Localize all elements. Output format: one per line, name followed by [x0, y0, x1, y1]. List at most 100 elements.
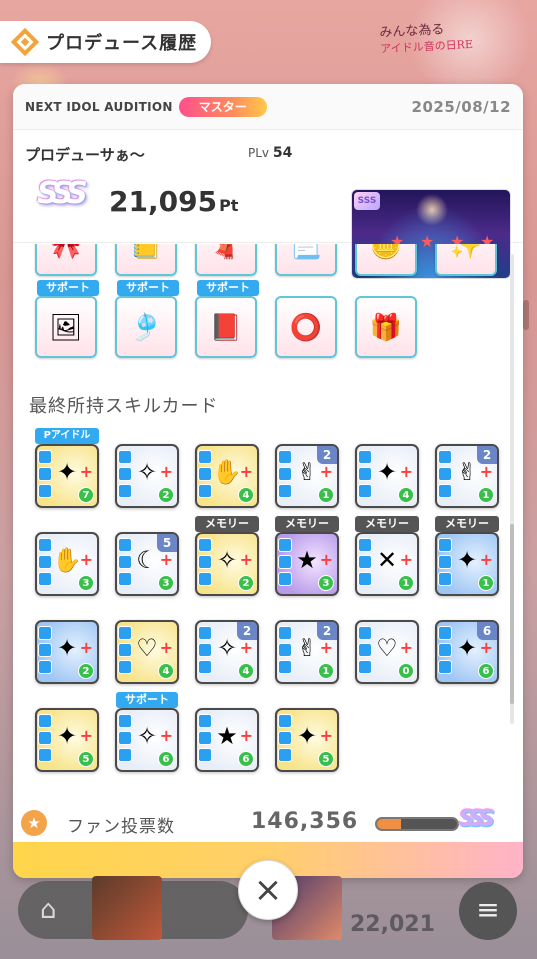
card-cost-badge: 1 [318, 663, 334, 679]
upgrade-plus-icon: + [79, 462, 93, 481]
background-card [92, 876, 162, 940]
card-cost-badge: 4 [238, 487, 254, 503]
upgrade-plus-icon: + [159, 462, 173, 481]
skill-card[interactable]: ♡ +4 [115, 620, 179, 684]
memory-tag: メモリー [355, 516, 419, 532]
skill-card[interactable]: ✕ +1 [355, 532, 419, 596]
card-cost-badge: 4 [158, 663, 174, 679]
card-level-badge: 2 [317, 446, 337, 464]
photo-icon: 🖼 [49, 313, 83, 343]
upgrade-plus-icon: + [79, 550, 93, 569]
card-level-badge: 2 [317, 622, 337, 640]
item-slot[interactable]: 📕 [195, 296, 257, 358]
skill-card[interactable]: ✌ +1 2 [435, 444, 499, 508]
upgrade-plus-icon: + [479, 638, 493, 657]
card-cost-badge: 6 [158, 751, 174, 767]
skill-card[interactable]: ✦ +2 [35, 620, 99, 684]
upgrade-plus-icon: + [239, 550, 253, 569]
skill-card[interactable]: ✦ +5 [275, 708, 339, 772]
item-slot[interactable]: 📃 [275, 244, 337, 276]
support-tag: サポート [116, 692, 178, 708]
bell-charm-icon: 🎐 [129, 313, 163, 343]
gift-box-icon: 🎁 [369, 313, 403, 343]
menu-button[interactable]: ≡ [459, 882, 517, 940]
background-scrollbar [523, 300, 529, 330]
card-cost-badge: 5 [78, 751, 94, 767]
support-tag: サポート [197, 280, 259, 296]
home-icon[interactable]: ⌂ [40, 895, 57, 925]
skill-card[interactable]: ✌ +1 2 [275, 444, 339, 508]
fan-votes-progress-fill [377, 819, 401, 829]
item-slot[interactable]: 🎀 [35, 244, 97, 276]
item-slot[interactable]: 🧣 [195, 244, 257, 276]
result-summary: プロデューサぁ～ PLv 54 SSS 21,095 Pt SSS ★ ★ ★ ★ [13, 130, 523, 279]
card-cost-badge: 4 [398, 487, 414, 503]
item-slot[interactable]: 🎁 [355, 296, 417, 358]
skill-card[interactable]: ✦ +5 [35, 708, 99, 772]
fan-votes-label: ファン投票数 [67, 817, 175, 837]
plv-label: PLv [248, 146, 270, 160]
upgrade-plus-icon: + [479, 462, 493, 481]
upgrade-plus-icon: + [399, 550, 413, 569]
card-cost-badge: 1 [478, 575, 494, 591]
skill-card[interactable]: ✋ +3 [35, 532, 99, 596]
memory-tag: メモリー [195, 516, 259, 532]
card-cost-badge: 0 [398, 663, 414, 679]
skill-card[interactable]: ✋ +4 [195, 444, 259, 508]
skill-card[interactable]: ☾ +3 5 [115, 532, 179, 596]
skill-card-section-title: 最終所持スキルカード [29, 396, 219, 417]
skill-card[interactable]: ✧ +2 [115, 444, 179, 508]
scrollbar-thumb[interactable] [510, 524, 514, 704]
card-cost-badge: 1 [478, 487, 494, 503]
star-badge-icon: ★ [21, 810, 47, 836]
score-value: 21,095 [109, 185, 218, 218]
card-cost-badge: 2 [78, 663, 94, 679]
card-cost-badge: 2 [238, 575, 254, 591]
item-slot[interactable]: ⭕ [275, 296, 337, 358]
rank-sss-badge: SSS [37, 176, 99, 218]
skill-card[interactable]: ★ +6 [195, 708, 259, 772]
item-slot[interactable]: 🖼 [35, 296, 97, 358]
item-slot[interactable]: 🪙 [355, 244, 417, 276]
card-level-badge: 2 [237, 622, 257, 640]
audition-header: NEXT IDOL AUDITION マスター 2025/08/12 [13, 84, 523, 130]
card-cost-badge: 6 [478, 663, 494, 679]
upgrade-plus-icon: + [479, 550, 493, 569]
card-cost-badge: 2 [158, 487, 174, 503]
item-slot[interactable]: 📒 [115, 244, 177, 276]
item-slot[interactable]: 🎐 [115, 296, 177, 358]
card-cost-badge: 3 [78, 575, 94, 591]
p-idol-tag: Pアイドル [35, 428, 99, 444]
skill-card[interactable]: ★ +3 [275, 532, 339, 596]
skill-card[interactable]: ✧ +2 [195, 532, 259, 596]
produce-history-icon [10, 27, 40, 57]
card-cost-badge: 7 [78, 487, 94, 503]
plv-value: 54 [272, 145, 293, 161]
item-slot[interactable]: ✨ [435, 244, 497, 276]
event-logo: みんな為る アイドル音の日RE [379, 18, 521, 65]
support-tag: サポート [117, 280, 179, 296]
coin-icon: 🪙 [369, 244, 403, 261]
fan-votes-progress [375, 817, 459, 831]
skill-card[interactable]: ✦ +4 [355, 444, 419, 508]
result-scroll-area[interactable]: 🎀 📒 🧣 📃 🪙 ✨ サポート サポート サポート 🖼 🎐 📕 ⭕ 🎁 最終所… [13, 244, 523, 844]
skill-card[interactable]: ✧ +4 2 [195, 620, 259, 684]
notebook-icon: 📒 [129, 244, 163, 261]
close-button[interactable]: × [238, 860, 298, 920]
card-cost-badge: 1 [318, 487, 334, 503]
skill-card[interactable]: ♡ +0 [355, 620, 419, 684]
upgrade-plus-icon: + [239, 462, 253, 481]
skill-card[interactable]: ✦ +7 [35, 444, 99, 508]
audition-name: NEXT IDOL AUDITION [25, 99, 173, 114]
skill-card[interactable]: ✧ +6 [115, 708, 179, 772]
producer-level: PLv 54 [248, 145, 292, 161]
card-cost-badge: 4 [238, 663, 254, 679]
score-unit: Pt [219, 196, 239, 215]
skill-card[interactable]: ✦ +6 6 [435, 620, 499, 684]
fan-votes-row: ★ ファン投票数 146,356 SSS [13, 807, 523, 841]
upgrade-plus-icon: + [319, 462, 333, 481]
skill-card[interactable]: ✦ +1 [435, 532, 499, 596]
skill-card[interactable]: ✌ +1 2 [275, 620, 339, 684]
bracelet-icon: ⭕ [289, 313, 323, 343]
card-cost-badge: 5 [318, 751, 334, 767]
